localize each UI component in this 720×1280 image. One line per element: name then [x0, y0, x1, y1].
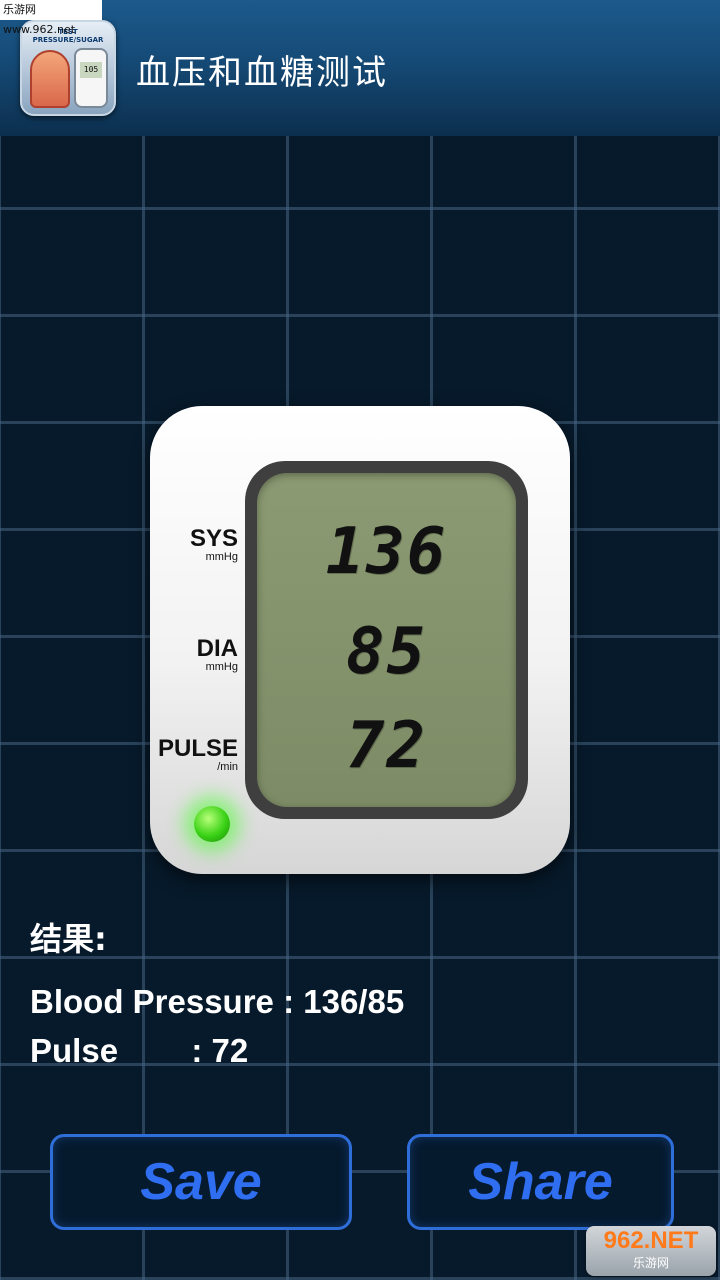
- sys-unit: mmHg: [205, 551, 238, 563]
- blood-pressure-monitor: SYS mmHg DIA mmHg PULSE /min 136 85 72: [150, 406, 570, 874]
- dia-unit: mmHg: [205, 661, 238, 673]
- pulse-value: 72: [345, 709, 428, 783]
- status-led-icon: [194, 806, 230, 842]
- pulse-result: Pulse : 72: [30, 1032, 249, 1069]
- sys-value: 136: [325, 515, 448, 589]
- results-heading: 结果:: [30, 920, 107, 958]
- meter-screen-value: 105: [80, 62, 102, 78]
- watermark-badge: 962.NET 乐游网: [586, 1226, 716, 1276]
- page-title: 血压和血糖测试: [136, 53, 388, 93]
- lcd-screen: 136 85 72: [257, 473, 516, 807]
- sys-label: SYS: [189, 525, 238, 552]
- share-button[interactable]: Share: [407, 1134, 674, 1230]
- app-header: TEST PRESSURE/SUGAR 105 血压和血糖测试: [0, 0, 720, 136]
- finger-icon: [30, 50, 70, 108]
- sys-label-group: SYS mmHg: [189, 525, 238, 564]
- dia-label-group: DIA mmHg: [196, 635, 238, 674]
- glucose-meter-icon: 105: [74, 48, 108, 108]
- dia-label: DIA: [196, 635, 238, 662]
- dia-value: 85: [345, 615, 428, 689]
- save-button[interactable]: Save: [50, 1134, 352, 1230]
- pulse-label: PULSE: [157, 735, 238, 762]
- watermark-sub: 乐游网: [632, 1256, 669, 1270]
- pulse-unit: /min: [217, 761, 238, 773]
- pulse-label-group: PULSE /min: [157, 735, 238, 774]
- lcd-frame: 136 85 72: [245, 461, 528, 819]
- blood-pressure-result: Blood Pressure : 136/85: [30, 983, 405, 1020]
- watermark-top: 乐游网 www.962.net: [0, 0, 102, 36]
- watermark-main: 962.NET: [603, 1227, 699, 1254]
